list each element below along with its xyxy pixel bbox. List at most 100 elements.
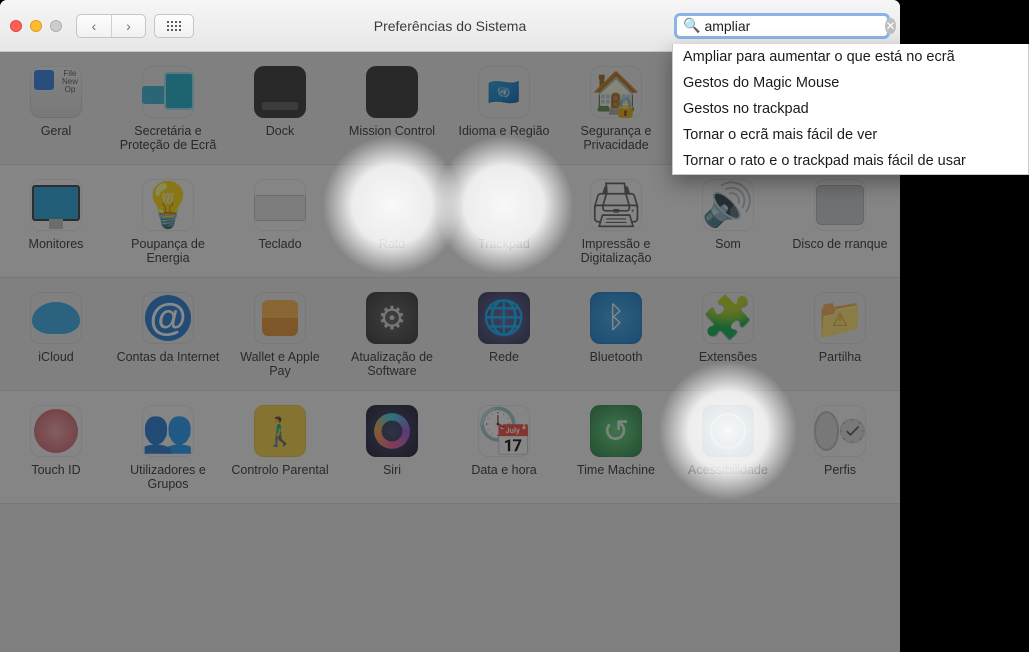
pref-label: Utilizadores e Grupos <box>116 463 220 493</box>
pref-label: Perfis <box>824 463 856 493</box>
grid-icon <box>167 21 181 31</box>
search-suggestion-item[interactable]: Gestos do Magic Mouse <box>673 70 1028 96</box>
search-suggestions-dropdown: Ampliar para aumentar o que está no ecrã… <box>672 44 1029 175</box>
pref-trackpad[interactable]: Trackpad <box>448 179 560 267</box>
pref-label: Secretária e Proteção de Ecrã <box>116 124 220 154</box>
search-suggestion-item[interactable]: Gestos no trackpad <box>673 96 1028 122</box>
pref-label: Bluetooth <box>590 350 643 380</box>
pref-label: Rede <box>489 350 519 380</box>
pref-wallet[interactable]: Wallet e Apple Pay <box>224 292 336 380</box>
pref-network[interactable]: Rede <box>448 292 560 380</box>
energy-icon <box>142 179 194 231</box>
pref-sharing[interactable]: Partilha <box>784 292 896 380</box>
window-controls <box>10 20 62 32</box>
pref-displays[interactable]: Monitores <box>0 179 112 267</box>
pref-desktop[interactable]: Secretária e Proteção de Ecrã <box>112 66 224 154</box>
pref-label: Trackpad <box>478 237 530 267</box>
pref-energy[interactable]: Poupança de Energia <box>112 179 224 267</box>
pref-label: Partilha <box>819 350 861 380</box>
pref-extensions[interactable]: Extensões <box>672 292 784 380</box>
keyboard-icon <box>254 179 306 231</box>
close-window-button[interactable] <box>10 20 22 32</box>
search-field-container: 🔍 ✕ <box>674 13 890 39</box>
pref-label: Teclado <box>258 237 301 267</box>
pref-keyboard[interactable]: Teclado <box>224 179 336 267</box>
pref-label: Time Machine <box>577 463 655 493</box>
pref-printers[interactable]: Impressão e Digitalização <box>560 179 672 267</box>
pref-users[interactable]: Utilizadores e Grupos <box>112 405 224 493</box>
clear-search-button[interactable]: ✕ <box>885 18 895 34</box>
pref-label: Impressão e Digitalização <box>564 237 668 267</box>
pref-label: Data e hora <box>471 463 536 493</box>
pref-profiles[interactable]: Perfis <box>784 405 896 493</box>
forward-button[interactable]: › <box>111 15 145 37</box>
show-all-button[interactable] <box>154 14 194 38</box>
siri-icon <box>366 405 418 457</box>
wallet-icon <box>254 292 306 344</box>
lang-icon <box>478 66 530 118</box>
search-suggestion-item[interactable]: Tornar o rato e o trackpad mais fácil de… <box>673 148 1028 174</box>
back-button[interactable]: ‹ <box>77 15 111 37</box>
pref-sound[interactable]: Som <box>672 179 784 267</box>
pref-bluetooth[interactable]: Bluetooth <box>560 292 672 380</box>
preferences-row: iCloud Contas da Internet Wallet e Apple P… <box>0 278 900 391</box>
pref-siri[interactable]: Siri <box>336 405 448 493</box>
minimize-window-button[interactable] <box>30 20 42 32</box>
startup-icon <box>814 179 866 231</box>
trackpad-icon <box>478 179 530 231</box>
pref-label: Touch ID <box>31 463 80 493</box>
sharing-icon <box>814 292 866 344</box>
nav-back-forward: ‹ › <box>76 14 146 38</box>
accounts-icon <box>142 292 194 344</box>
pref-security[interactable]: Segurança e Privacidade <box>560 66 672 154</box>
pref-lang[interactable]: Idioma e Região <box>448 66 560 154</box>
pref-label: Monitores <box>29 237 84 267</box>
pref-mission[interactable]: Mission Control <box>336 66 448 154</box>
search-suggestion-item[interactable]: Ampliar para aumentar o que está no ecrã <box>673 44 1028 70</box>
pref-label: iCloud <box>38 350 73 380</box>
displays-icon <box>30 179 82 231</box>
pref-accessibility[interactable]: Acessibilidade <box>672 405 784 493</box>
search-icon: 🔍 <box>683 17 700 34</box>
network-icon <box>478 292 530 344</box>
pref-label: Contas da Internet <box>117 350 220 380</box>
preferences-row: Monitores Poupança de Energia Teclado Rato T… <box>0 165 900 278</box>
general-icon <box>30 66 82 118</box>
extensions-icon <box>702 292 754 344</box>
pref-label: Idioma e Região <box>458 124 549 154</box>
zoom-window-button[interactable] <box>50 20 62 32</box>
touchid-icon <box>30 405 82 457</box>
pref-label: Rato <box>379 237 405 267</box>
pref-touchid[interactable]: Touch ID <box>0 405 112 493</box>
pref-label: Poupança de Energia <box>116 237 220 267</box>
pref-parental[interactable]: Controlo Parental <box>224 405 336 493</box>
pref-general[interactable]: Geral <box>0 66 112 154</box>
accessibility-icon <box>702 405 754 457</box>
search-input[interactable] <box>704 18 885 34</box>
pref-label: Wallet e Apple Pay <box>228 350 332 380</box>
desktop-icon <box>142 66 194 118</box>
pref-label: Disco de rranque <box>792 237 887 267</box>
search-suggestion-item[interactable]: Tornar o ecrã mais fácil de ver <box>673 122 1028 148</box>
pref-label: Extensões <box>699 350 757 380</box>
pref-datetime[interactable]: Data e hora <box>448 405 560 493</box>
preferences-row: Touch ID Utilizadores e GruposControlo Pa… <box>0 391 900 504</box>
pref-label: Atualização de Software <box>340 350 444 380</box>
parental-icon <box>254 405 306 457</box>
profiles-icon <box>814 405 866 457</box>
pref-startup[interactable]: Disco de rranque <box>784 179 896 267</box>
pref-label: Som <box>715 237 741 267</box>
pref-icloud[interactable]: iCloud <box>0 292 112 380</box>
pref-update[interactable]: Atualização de Software <box>336 292 448 380</box>
pref-label: Segurança e Privacidade <box>564 124 668 154</box>
pref-mouse[interactable]: Rato <box>336 179 448 267</box>
sound-icon <box>702 179 754 231</box>
timemachine-icon <box>590 405 642 457</box>
pref-timemachine[interactable]: Time Machine <box>560 405 672 493</box>
bluetooth-icon <box>590 292 642 344</box>
pref-dock[interactable]: Dock <box>224 66 336 154</box>
pref-accounts[interactable]: Contas da Internet <box>112 292 224 380</box>
pref-label: Dock <box>266 124 294 154</box>
printers-icon <box>590 179 642 231</box>
pref-label: Siri <box>383 463 401 493</box>
